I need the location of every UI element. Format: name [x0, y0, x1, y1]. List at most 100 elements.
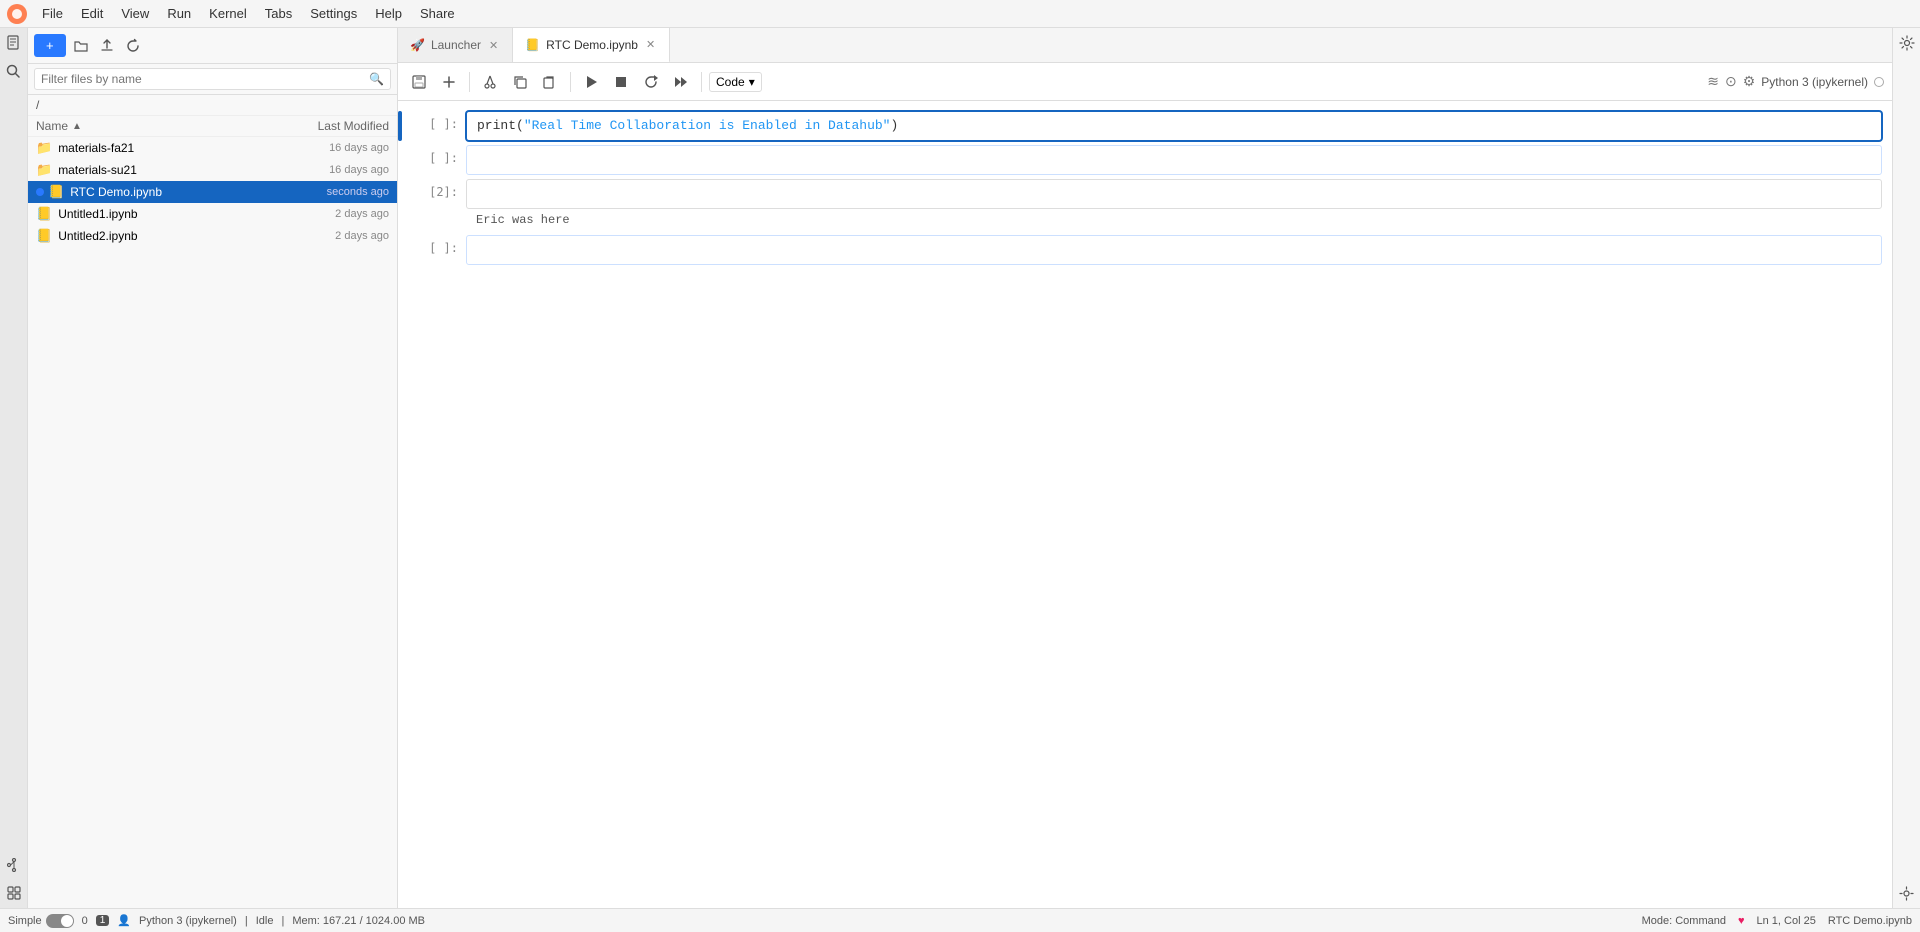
status-bar: Simple 0 1 👤 Python 3 (ipykernel) | Idle…: [0, 908, 1920, 932]
column-name-header: Name ▲: [36, 119, 269, 133]
add-cell-button[interactable]: [436, 71, 462, 93]
search-input[interactable]: [34, 68, 391, 90]
kernel-name-label: Python 3 (ipykernel): [1761, 75, 1868, 89]
restart-button[interactable]: [638, 71, 664, 93]
activity-files-icon[interactable]: [3, 32, 25, 54]
file-name: materials-su21: [58, 163, 269, 177]
menu-file[interactable]: File: [34, 4, 71, 23]
menu-edit[interactable]: Edit: [73, 4, 111, 23]
upload-button[interactable]: [96, 35, 118, 57]
right-wrench-icon[interactable]: [1896, 882, 1918, 904]
tab-rtc-demo[interactable]: 📒 RTC Demo.ipynb ✕: [513, 28, 670, 63]
status-position: Ln 1, Col 25: [1757, 915, 1816, 927]
sort-arrow-icon: ▲: [72, 121, 82, 132]
rtc-tab-close[interactable]: ✕: [644, 37, 657, 52]
tab-launcher[interactable]: 🚀 Launcher ✕: [398, 28, 513, 63]
status-memory: Mem: 167.21 / 1024.00 MB: [292, 915, 425, 927]
activity-extensions-icon[interactable]: [3, 882, 25, 904]
new-button-icon: +: [46, 38, 54, 53]
folder-icon: 📁: [36, 140, 52, 156]
simple-toggle[interactable]: Simple: [8, 914, 74, 928]
new-button[interactable]: +: [34, 34, 66, 57]
cell-label: [2]:: [406, 179, 466, 209]
right-settings-icon[interactable]: [1896, 32, 1918, 54]
launcher-tab-label: Launcher: [431, 38, 481, 52]
search-submit-button[interactable]: 🔍: [369, 72, 384, 86]
kernel-state-indicator: [1874, 77, 1884, 87]
kernel-sync-icon: ⊙: [1725, 73, 1737, 90]
column-modified-header: Last Modified: [269, 119, 389, 133]
cell-label: [ ]:: [406, 145, 466, 175]
paste-button[interactable]: [537, 71, 563, 93]
cell-input[interactable]: [466, 179, 1882, 209]
tabs-bar: 🚀 Launcher ✕ 📒 RTC Demo.ipynb ✕: [398, 28, 1892, 63]
file-list-header[interactable]: Name ▲ Last Modified: [28, 116, 397, 137]
cell-inactive-indicator: [398, 235, 402, 265]
list-item[interactable]: 📁 materials-su21 16 days ago: [28, 159, 397, 181]
menu-share[interactable]: Share: [412, 4, 463, 23]
activity-git-icon[interactable]: [3, 854, 25, 876]
cell-output: Eric was here: [466, 209, 1882, 231]
menu-view[interactable]: View: [113, 4, 157, 23]
cell-input[interactable]: [466, 235, 1882, 265]
fast-forward-button[interactable]: [668, 71, 694, 93]
notebook-area: 🚀 Launcher ✕ 📒 RTC Demo.ipynb ✕: [398, 28, 1892, 908]
cell-active-indicator: [398, 111, 402, 141]
menu-tabs[interactable]: Tabs: [257, 4, 300, 23]
simple-toggle-track[interactable]: [46, 914, 74, 928]
cell-wrapper: [2]: Eric was here: [398, 179, 1892, 231]
menubar: File Edit View Run Kernel Tabs Settings …: [0, 0, 1920, 28]
list-item[interactable]: 📒 Untitled1.ipynb 2 days ago: [28, 203, 397, 225]
save-button[interactable]: [406, 71, 432, 93]
menu-settings[interactable]: Settings: [302, 4, 365, 23]
cell-type-dropdown[interactable]: Code ▾: [709, 72, 762, 92]
activity-bar: [0, 28, 28, 908]
kernel-settings-icon: ⚙: [1743, 73, 1756, 90]
cut-button[interactable]: [477, 71, 503, 93]
toolbar-separator: [469, 72, 470, 92]
list-item[interactable]: 📒 RTC Demo.ipynb seconds ago: [28, 181, 397, 203]
cell-type-label: Code: [716, 75, 745, 89]
open-folder-button[interactable]: [70, 35, 92, 57]
status-kernel-state: Idle: [256, 915, 274, 927]
copy-button[interactable]: [507, 71, 533, 93]
stop-button[interactable]: [608, 71, 634, 93]
cell-input[interactable]: [466, 145, 1882, 175]
rtc-tab-label: RTC Demo.ipynb: [546, 38, 638, 52]
toolbar-separator-3: [701, 72, 702, 92]
status-badge: 1: [96, 915, 110, 926]
launcher-tab-icon: 🚀: [410, 38, 425, 52]
sidebar: + 🔍 / Name ▲ Last Modified: [28, 28, 398, 908]
notebook-icon: 📒: [36, 228, 52, 244]
refresh-button[interactable]: [122, 35, 144, 57]
status-mode: Mode: Command: [1642, 915, 1726, 927]
list-item[interactable]: 📒 Untitled2.ipynb 2 days ago: [28, 225, 397, 247]
cell-inactive-indicator: [398, 179, 402, 209]
menu-run[interactable]: Run: [159, 4, 199, 23]
activity-search-icon[interactable]: [3, 60, 25, 82]
simple-label: Simple: [8, 915, 42, 927]
menu-help[interactable]: Help: [367, 4, 410, 23]
app-logo: [6, 3, 28, 25]
cell-label: [ ]:: [406, 235, 466, 265]
status-share-icon: 👤: [117, 914, 131, 927]
rtc-tab-icon: 📒: [525, 38, 540, 52]
menu-kernel[interactable]: Kernel: [201, 4, 255, 23]
toolbar-separator-2: [570, 72, 571, 92]
cell-wrapper: [ ]:: [398, 235, 1892, 265]
notebook-icon: 📒: [48, 184, 64, 200]
cell-type-arrow-icon: ▾: [749, 75, 755, 89]
run-button[interactable]: [578, 71, 604, 93]
cell-wrapper: [ ]: print("Real Time Collaboration is E…: [398, 111, 1892, 141]
sidebar-toolbar: +: [28, 28, 397, 64]
status-kernel-name: Python 3 (ipykernel): [139, 915, 237, 927]
status-right: Mode: Command ♥ Ln 1, Col 25 RTC Demo.ip…: [1642, 915, 1912, 927]
cell-code: print("Real Time Collaboration is Enable…: [477, 118, 898, 133]
cells-area: [ ]: print("Real Time Collaboration is E…: [398, 101, 1892, 908]
file-modified: seconds ago: [269, 186, 389, 198]
launcher-tab-close[interactable]: ✕: [487, 38, 500, 53]
folder-icon: 📁: [36, 162, 52, 178]
list-item[interactable]: 📁 materials-fa21 16 days ago: [28, 137, 397, 159]
cell-input[interactable]: print("Real Time Collaboration is Enable…: [466, 111, 1882, 141]
file-name: Untitled1.ipynb: [58, 207, 269, 221]
